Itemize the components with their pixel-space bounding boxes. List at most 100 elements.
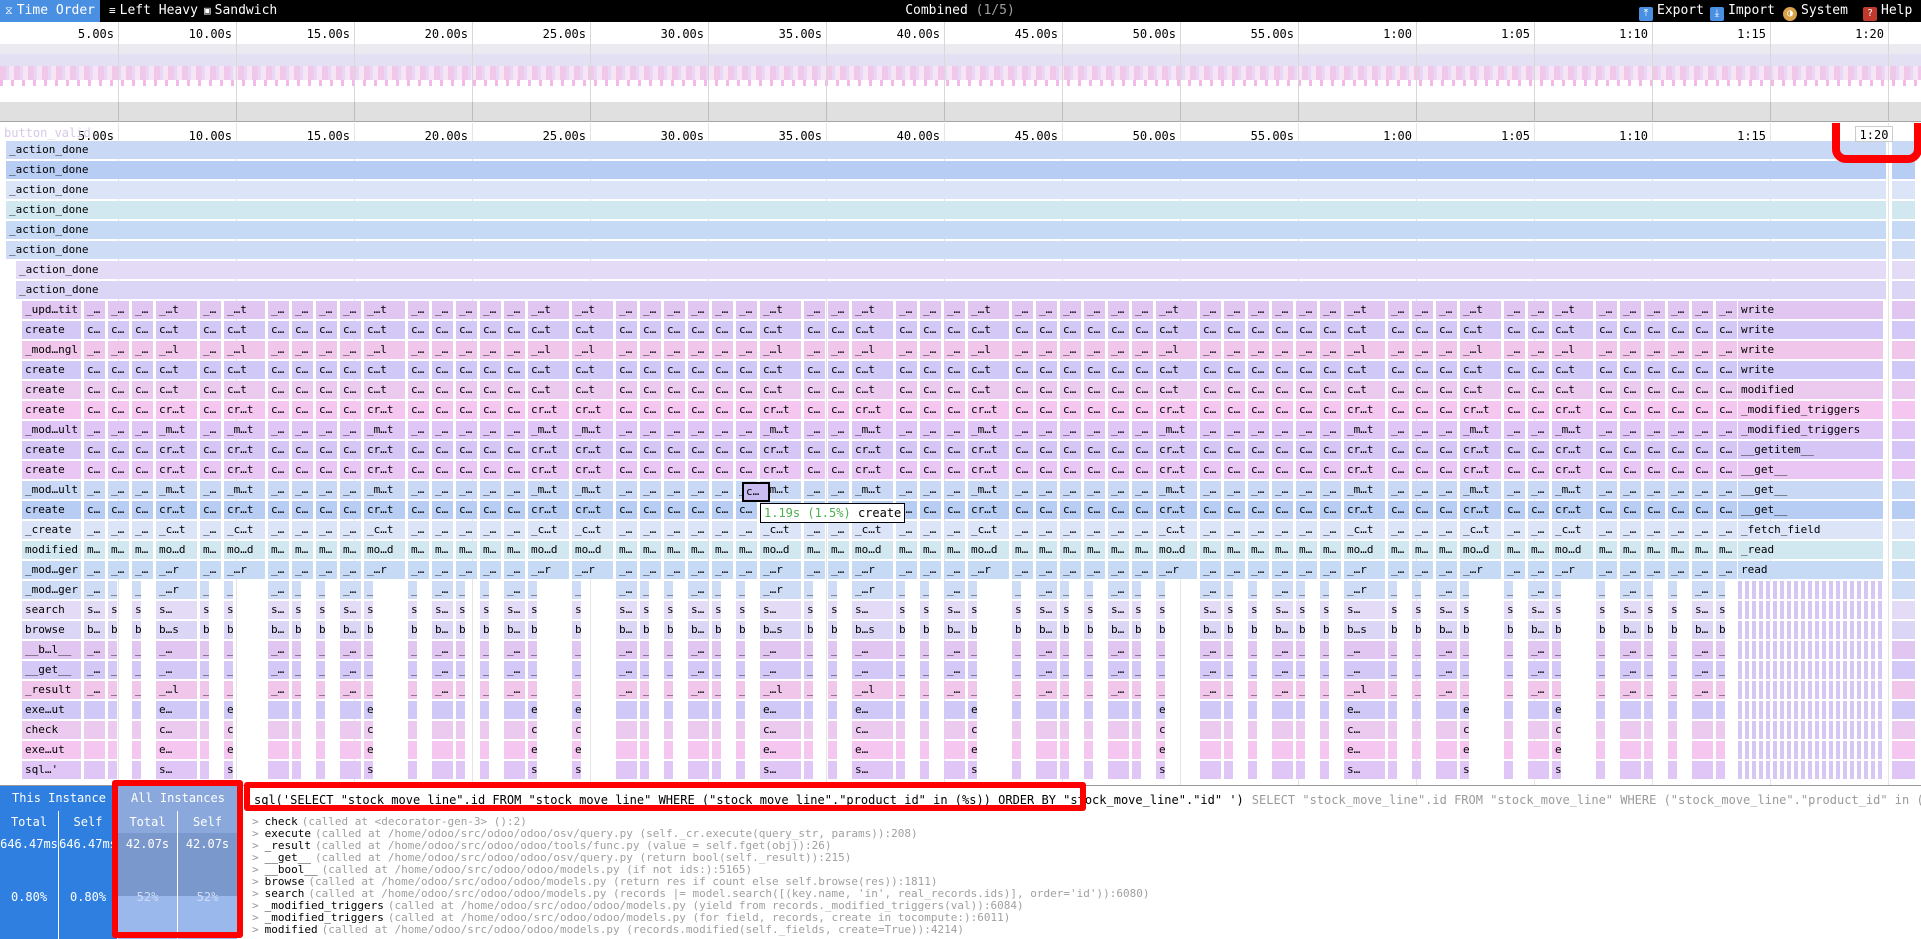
system-button[interactable]: ◑ System [1778, 0, 1853, 22]
flame-frame-edge[interactable] [1892, 541, 1916, 559]
flame-frame[interactable] [1596, 761, 1606, 779]
flame-frame[interactable]: c… [1320, 361, 1342, 379]
flame-frame[interactable]: mo…d [1344, 541, 1386, 559]
flame-frame[interactable]: _… [1692, 341, 1714, 359]
flame-frame[interactable]: c… [1596, 461, 1618, 479]
flame-frame[interactable]: _… [432, 641, 454, 659]
flame-frame[interactable]: _… [1436, 481, 1458, 499]
flame-frame[interactable]: b…s [528, 621, 538, 639]
flame-frame[interactable]: c… [852, 721, 894, 739]
flame-frame[interactable]: _… [84, 641, 106, 659]
flame-frame[interactable]: _… [1296, 641, 1306, 659]
flame-frame[interactable]: b… [480, 621, 490, 639]
flame-frame[interactable]: c…t [968, 321, 1010, 339]
flame-frame[interactable] [1036, 741, 1058, 759]
flame-frame[interactable]: c…t [1344, 321, 1386, 339]
flame-frame[interactable]: m… [480, 541, 502, 559]
flame-frame[interactable]: _… [1132, 481, 1154, 499]
flame-frame[interactable]: s… [688, 601, 710, 619]
flame-frame[interactable]: cr…t [1156, 501, 1198, 519]
flame-frame[interactable]: c… [1716, 321, 1738, 339]
flame-frame[interactable] [1596, 721, 1606, 739]
flame-frame[interactable] [1224, 701, 1234, 719]
flame-frame[interactable]: c… [292, 501, 314, 519]
flame-frame[interactable]: c… [408, 501, 430, 519]
flame-frame[interactable]: b… [1596, 621, 1606, 639]
flame-frame[interactable]: b… [292, 621, 302, 639]
flame-frame[interactable]: c… [1596, 401, 1618, 419]
flame-frame[interactable]: c… [132, 501, 154, 519]
flame-frame[interactable]: c… [1084, 441, 1106, 459]
flame-frame[interactable]: c… [200, 361, 222, 379]
flame-frame[interactable] [408, 701, 418, 719]
flame-frame[interactable]: c… [292, 381, 314, 399]
flame-frame[interactable]: c… [1596, 501, 1618, 519]
flame-frame[interactable]: _c…t [572, 521, 614, 539]
flame-frame[interactable] [616, 721, 638, 739]
flame-frame[interactable]: c… [1248, 401, 1270, 419]
flame-frame[interactable]: _… [268, 661, 290, 679]
flame-frame[interactable]: _… [408, 661, 418, 679]
flame-frame[interactable]: _… [1248, 641, 1258, 659]
flame-frame[interactable]: c… [688, 441, 710, 459]
flame-frame[interactable]: b… [1716, 621, 1726, 639]
flame-frame[interactable]: __get__ [1738, 501, 1884, 519]
flame-frame[interactable]: s… [200, 601, 210, 619]
flame-frame[interactable]: c… [132, 361, 154, 379]
flame-frame[interactable]: _… [408, 301, 430, 319]
flame-frame[interactable]: _… [408, 481, 430, 499]
flame-frame[interactable]: c… [1272, 381, 1294, 399]
flame-frame[interactable]: _read [1738, 541, 1884, 559]
flame-frame[interactable]: m… [828, 541, 850, 559]
flame-frame[interactable] [828, 701, 838, 719]
flame-frame[interactable]: s… [1552, 761, 1562, 779]
flame-frame[interactable]: _… [1504, 481, 1526, 499]
flame-frame[interactable]: c…t [1344, 361, 1386, 379]
flame-frame[interactable]: _… [292, 581, 302, 599]
flame-frame[interactable] [1668, 701, 1678, 719]
flame-frame[interactable]: _… [1528, 681, 1550, 699]
flame-frame[interactable]: _… [1596, 581, 1606, 599]
flame-frame[interactable]: _…r [528, 581, 538, 599]
flame-frame[interactable]: _… [1060, 301, 1082, 319]
flame-frame[interactable]: _… [1412, 521, 1434, 539]
flame-frame[interactable]: _… [132, 341, 154, 359]
flame-frame[interactable]: c… [1036, 381, 1058, 399]
flame-frame[interactable]: s… [1344, 601, 1386, 619]
flame-frame[interactable]: _… [480, 481, 502, 499]
flame-frame[interactable] [456, 761, 466, 779]
flame-frame[interactable] [712, 721, 722, 739]
flame-frame[interactable] [108, 741, 118, 759]
flame-frame[interactable]: cr…t [528, 441, 570, 459]
flame-frame[interactable]: c… [1084, 461, 1106, 479]
flame-frame[interactable]: _… [1436, 341, 1458, 359]
flame-frame[interactable]: s… [1436, 601, 1458, 619]
flame-frame[interactable] [340, 761, 362, 779]
flame-frame[interactable]: _… [224, 641, 234, 659]
flame-frame[interactable]: c…t [364, 361, 406, 379]
flame-frame[interactable]: _… [1692, 641, 1714, 659]
flame-frame[interactable]: c… [456, 441, 478, 459]
flame-frame[interactable] [292, 761, 302, 779]
flame-frame[interactable]: c… [1060, 501, 1082, 519]
flame-frame[interactable]: c… [1716, 441, 1738, 459]
flame-frame[interactable] [1248, 741, 1258, 759]
flame-frame[interactable]: _… [1200, 341, 1222, 359]
flame-frame[interactable]: _… [1692, 481, 1714, 499]
flame-frame[interactable]: c…t [852, 321, 894, 339]
flame-frame[interactable]: _… [1320, 301, 1342, 319]
flame-frame[interactable]: _… [944, 341, 966, 359]
flame-frame[interactable]: _… [1596, 681, 1606, 699]
flame-frame[interactable]: _… [712, 481, 734, 499]
flame-frame[interactable]: c… [1668, 361, 1690, 379]
flame-frame-edge[interactable] [1892, 321, 1916, 339]
flame-frame[interactable] [1108, 741, 1130, 759]
flame-frame[interactable] [944, 761, 966, 779]
flame-frame[interactable]: s… [1344, 761, 1386, 779]
flame-frame[interactable]: _… [1224, 581, 1234, 599]
flame-frame[interactable] [1738, 721, 1884, 739]
flame-frame[interactable]: c… [200, 401, 222, 419]
flame-frame[interactable]: b… [84, 621, 106, 639]
flame-frame[interactable]: c… [944, 381, 966, 399]
flame-frame[interactable]: c… [292, 361, 314, 379]
